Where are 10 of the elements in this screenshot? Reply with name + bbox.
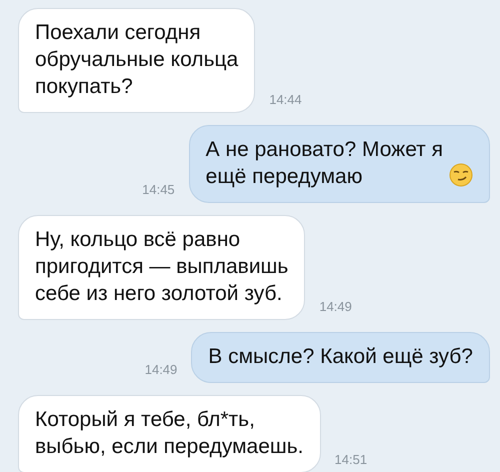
message-time: 14:44 [269, 92, 302, 107]
message-text: Который я тебе, бл*ть, выбью, если передумаешь. [35, 407, 304, 460]
message-text: Поехали сегодня обручальные кольца покупать? [35, 20, 238, 100]
message-text: В смысле? Какой ещё зуб? [208, 344, 473, 370]
message-time: 14:45 [142, 182, 175, 197]
message-time: 14:49 [144, 362, 178, 377]
message-text: Ну, кольцо всё равно пригодится — выплавишь себе из него золотой зуб. [35, 227, 288, 307]
message-time: 14:51 [334, 452, 368, 467]
message-time: 14:49 [319, 299, 352, 314]
message-text: А не рановато? Может я ещё передумаю [206, 137, 443, 190]
